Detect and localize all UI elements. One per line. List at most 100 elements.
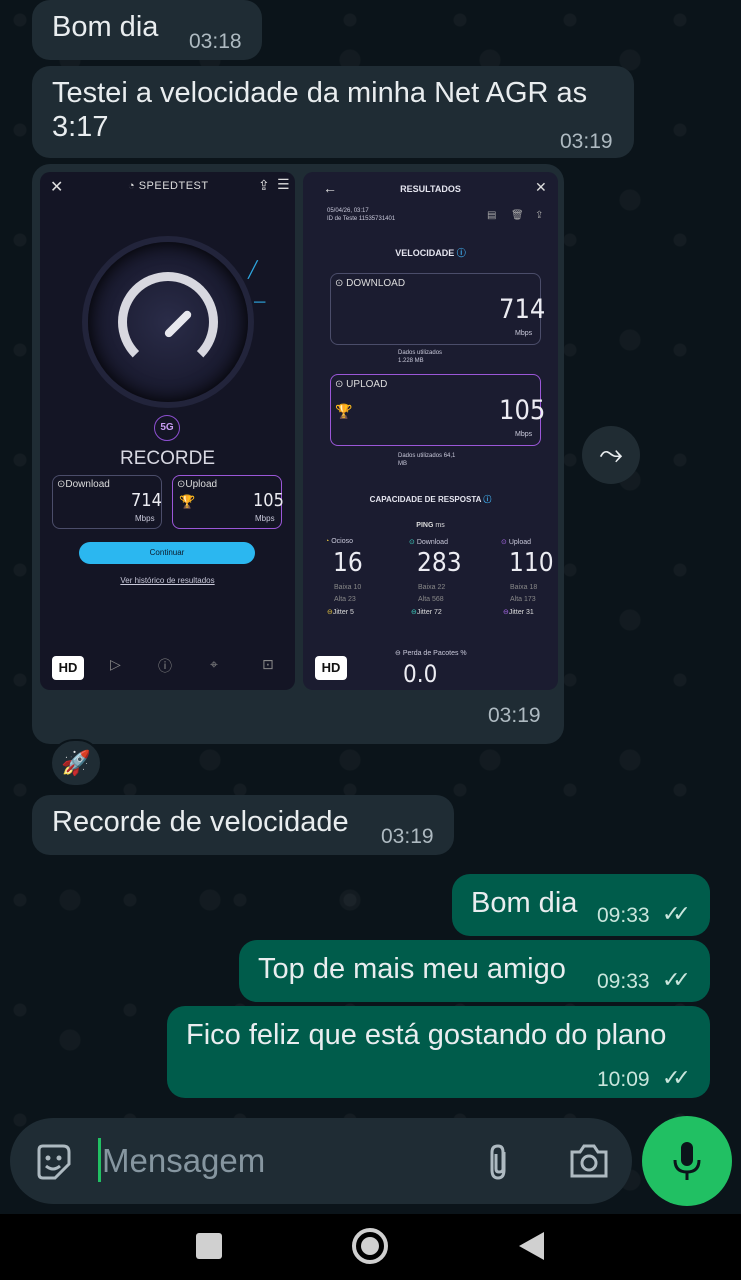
- upload-value: 105: [253, 490, 284, 511]
- upload-label: ⊙Upload: [177, 479, 218, 490]
- ping-idle-low: Baixa 10: [334, 584, 362, 591]
- message-time: 03:18: [189, 30, 242, 53]
- ping-idle-jitter: ⊖Jitter 5: [327, 609, 354, 616]
- network-badge: 5G: [154, 415, 180, 441]
- gauge-ring: [118, 272, 218, 372]
- ping-idle-label: ◔ Ocioso: [325, 538, 353, 545]
- speed-gauge: [88, 242, 248, 402]
- message-time: 03:19: [381, 825, 434, 848]
- message-input-bar[interactable]: Mensagem: [10, 1118, 632, 1204]
- message-text: Testei a velocidade da minha Net AGR as …: [52, 77, 588, 143]
- continue-button[interactable]: Continuar: [79, 542, 255, 564]
- microphone-icon: [673, 1142, 701, 1180]
- hd-badge: HD: [52, 656, 84, 680]
- packet-loss-label: ⊖ Perda de Pacotes %: [395, 650, 467, 657]
- microphone-button[interactable]: [642, 1116, 732, 1206]
- share-icon: ⇪: [535, 210, 544, 221]
- sticker-icon[interactable]: [33, 1142, 73, 1182]
- message-bubble-outgoing[interactable]: Bom dia 09:33 ✓✓: [452, 874, 710, 936]
- message-input[interactable]: Mensagem: [102, 1142, 265, 1180]
- download-value: 714: [499, 294, 546, 325]
- message-time: 10:09: [597, 1068, 650, 1091]
- reaction-rocket[interactable]: 🚀: [50, 739, 102, 787]
- upload-result-box: ⊙ UPLOAD 🏆 105 Mbps: [330, 374, 545, 446]
- ping-idle-value: 16: [333, 548, 363, 578]
- forward-icon[interactable]: ⤳: [582, 426, 640, 484]
- attach-icon[interactable]: [482, 1142, 516, 1182]
- trash-icon: 🗑: [511, 210, 524, 221]
- read-receipt-icon: ✓✓: [662, 1065, 691, 1090]
- message-time: 09:33: [597, 904, 650, 927]
- download-unit: Mbps: [515, 330, 533, 337]
- ping-label: PING ms: [416, 522, 445, 529]
- read-receipt-icon: ✓✓: [662, 901, 691, 926]
- message-text: Recorde de velocidade: [52, 806, 349, 838]
- speedtest-screenshot-results[interactable]: ← RESULTADOS ✕ 05/04/26, 03:17 ID de Tes…: [303, 172, 558, 690]
- read-receipt-icon: ✓✓: [662, 967, 691, 992]
- message-bubble-outgoing[interactable]: Top de mais meu amigo 09:33 ✓✓: [239, 940, 710, 1002]
- message-time: 09:33: [597, 970, 650, 993]
- ping-upload-value: 110: [509, 548, 554, 578]
- speed-section-title: VELOCIDADE ⓘ: [395, 248, 466, 258]
- upload-value: 105: [499, 395, 546, 426]
- message-bubble-incoming[interactable]: Bom dia 03:18: [32, 0, 262, 60]
- chat-background: Bom dia 03:18 Testei a velocidade da min…: [0, 0, 741, 1214]
- test-date: 05/04/26, 03:17: [327, 208, 369, 214]
- document-icon: ▤: [487, 210, 497, 221]
- upload-data-used: Dados utilizados 64,1: [398, 453, 456, 459]
- message-time: 03:19: [560, 130, 613, 153]
- upload-unit: Mbps: [255, 514, 275, 523]
- map-pin-icon: ⌖: [210, 656, 218, 672]
- text-cursor: [98, 1138, 101, 1182]
- record-label: RECORDE: [119, 448, 215, 469]
- gauge-tick-decoration: ─: [254, 294, 266, 311]
- ping-download-value: 283: [417, 548, 462, 578]
- share-icon: ⇪: [258, 177, 270, 193]
- results-title: RESULTADOS: [400, 184, 461, 194]
- message-bubble-incoming[interactable]: Recorde de velocidade 03:19: [32, 795, 454, 855]
- ping-upload-high: Alta 173: [510, 596, 536, 603]
- message-text: Bom dia: [471, 887, 578, 919]
- download-label: ⊙Download: [57, 479, 110, 490]
- test-id: ID de Teste 11535731401: [327, 216, 396, 222]
- history-link[interactable]: Ver histórico de resultados: [40, 576, 295, 585]
- download-result-box: ⊙ DOWNLOAD 714 Mbps: [330, 273, 545, 345]
- ping-download-low: Baixa 22: [418, 584, 446, 591]
- camera-icon[interactable]: [568, 1142, 610, 1180]
- ping-upload-label: ⊙ Upload: [501, 539, 532, 546]
- home-button[interactable]: [352, 1228, 388, 1264]
- trophy-icon: 🏆: [335, 403, 353, 419]
- response-section-title: CAPACIDADE DE RESPOSTA ⓘ: [369, 495, 492, 504]
- ping-download-label: ⊙ Download: [409, 539, 448, 546]
- gauge-tick-decoration: ╱: [248, 262, 258, 279]
- upload-result-box: ⊙Upload 🏆 105 Mbps: [172, 475, 284, 529]
- close-icon: ✕: [50, 179, 64, 196]
- message-bubble-outgoing[interactable]: Fico feliz que está gostando do plano 10…: [167, 1006, 710, 1098]
- message-time: 03:19: [488, 704, 541, 727]
- hd-badge: HD: [315, 656, 347, 680]
- ping-download-high: Alta 568: [418, 596, 444, 603]
- lock-icon: ⊡: [262, 656, 274, 672]
- android-nav-bar: [0, 1214, 741, 1280]
- message-text: Top de mais meu amigo: [258, 953, 566, 985]
- packet-loss-value: 0.0: [403, 660, 438, 688]
- download-result-box: ⊙Download 714 Mbps: [52, 475, 162, 529]
- download-data-used: Dados utilizados: [398, 350, 443, 356]
- recents-button[interactable]: [196, 1233, 222, 1259]
- ping-upload-jitter: ⊖Jitter 31: [503, 609, 534, 616]
- message-text: Fico feliz que está gostando do plano: [186, 1019, 667, 1051]
- alert-icon: ⓘ: [158, 658, 172, 674]
- back-button[interactable]: [516, 1230, 546, 1262]
- download-unit: Mbps: [135, 514, 155, 523]
- message-text: Bom dia: [52, 11, 159, 43]
- ping-idle-high: Alta 23: [334, 596, 356, 603]
- play-icon: ▷: [110, 656, 121, 672]
- upload-data-used-unit: MB: [398, 461, 407, 467]
- download-label: ⊙ DOWNLOAD: [335, 278, 406, 289]
- trophy-icon: 🏆: [179, 494, 196, 509]
- speedtest-screenshot-main[interactable]: ✕ ◔ SPEEDTEST ⇪ ☰ ╱ ─ 5G RECORDE ⊙Downlo…: [40, 172, 295, 690]
- message-bubble-incoming[interactable]: Testei a velocidade da minha Net AGR as …: [32, 66, 634, 158]
- menu-icon: ☰: [277, 176, 290, 192]
- close-icon: ✕: [535, 179, 547, 195]
- image-message-bubble[interactable]: ✕ ◔ SPEEDTEST ⇪ ☰ ╱ ─ 5G RECORDE ⊙Downlo…: [32, 164, 564, 744]
